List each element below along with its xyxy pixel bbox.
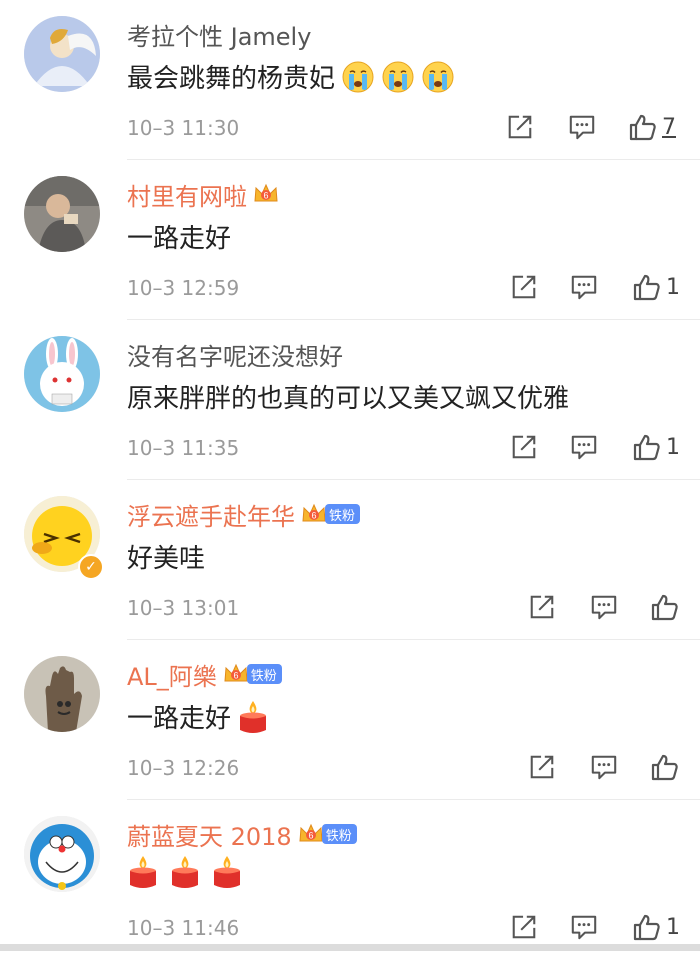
comment-text-content: 好美哇 [127, 544, 206, 574]
username[interactable]: 没有名字呢还没想好 [127, 337, 343, 372]
like-button[interactable]: 7 [628, 110, 676, 144]
username[interactable]: 村里有网啦 [127, 177, 247, 212]
username[interactable]: AL_阿樂 [127, 657, 217, 692]
repost-button[interactable] [510, 910, 538, 944]
repost-icon [528, 753, 556, 781]
comment-icon [570, 433, 598, 461]
timestamp: 10–3 11:35 [127, 436, 240, 460]
crown-icon [253, 181, 279, 207]
fan-badge: 铁粉 [321, 824, 357, 844]
reply-button[interactable] [570, 910, 598, 944]
comment-icon [590, 593, 618, 621]
crying-emoji-icon [341, 60, 375, 94]
repost-button[interactable] [506, 110, 534, 144]
like-button[interactable] [650, 750, 684, 784]
comment-text-content: 一路走好 [127, 224, 232, 254]
comment-icon [590, 753, 618, 781]
avatar[interactable] [24, 816, 100, 892]
repost-button[interactable] [528, 750, 556, 784]
crying-emoji-icon [381, 60, 415, 94]
reply-button[interactable] [570, 430, 598, 464]
comment-text: 一路走好 [127, 698, 279, 735]
avatar[interactable] [24, 16, 100, 92]
reply-button[interactable] [568, 110, 596, 144]
comment-icon [570, 273, 598, 301]
comment-item: ✓ 浮云遮手赴年华 铁粉 好美哇 10–3 13:01 [0, 480, 700, 640]
candle-emoji-icon [127, 854, 159, 890]
repost-icon [528, 593, 556, 621]
like-icon [628, 112, 658, 142]
timestamp: 10–3 12:59 [127, 276, 240, 300]
like-icon [632, 432, 662, 462]
avatar[interactable] [24, 656, 100, 732]
candle-emoji-icon [211, 854, 243, 890]
comment-icon [568, 113, 596, 141]
candle-emoji-icon [237, 699, 269, 735]
crying-emoji-icon [421, 60, 455, 94]
like-icon [650, 592, 680, 622]
comment-text-content: 一路走好 [127, 704, 232, 734]
comment-text [127, 854, 253, 890]
avatar[interactable] [24, 336, 100, 412]
like-count: 1 [666, 274, 680, 300]
like-icon [650, 752, 680, 782]
username[interactable]: 蔚蓝夏天 2018 [127, 817, 292, 852]
like-count: 1 [666, 914, 680, 940]
like-button[interactable] [650, 590, 684, 624]
comment-item: AL_阿樂 铁粉 一路走好 10–3 12:26 [0, 640, 700, 800]
bottom-edge-bar [0, 944, 700, 951]
comment-item: 没有名字呢还没想好 原来胖胖的也真的可以又美又飒又优雅 10–3 11:35 1 [0, 320, 700, 480]
reply-button[interactable] [570, 270, 598, 304]
like-icon [632, 912, 662, 942]
comment-item: 村里有网啦 一路走好 10–3 12:59 1 [0, 160, 700, 320]
verified-icon: ✓ [78, 554, 104, 580]
like-count: 1 [666, 434, 680, 460]
reply-button[interactable] [590, 590, 618, 624]
comment-text: 最会跳舞的杨贵妃 [127, 58, 455, 95]
timestamp: 10–3 12:26 [127, 756, 240, 780]
candle-emoji-icon [169, 854, 201, 890]
avatar[interactable] [24, 176, 100, 252]
fan-badge: 铁粉 [246, 664, 282, 684]
timestamp: 10–3 11:46 [127, 916, 240, 940]
like-button[interactable]: 1 [632, 910, 680, 944]
repost-icon [510, 273, 538, 301]
repost-button[interactable] [510, 430, 538, 464]
repost-button[interactable] [510, 270, 538, 304]
crown-icon [223, 661, 249, 687]
comment-text: 好美哇 [127, 538, 205, 575]
like-button[interactable]: 1 [632, 270, 680, 304]
repost-icon [510, 433, 538, 461]
timestamp: 10–3 13:01 [127, 596, 240, 620]
crown-icon [301, 501, 327, 527]
like-button[interactable]: 1 [632, 430, 680, 464]
comment-text-content: 最会跳舞的杨贵妃 [127, 64, 336, 94]
comment-item: 考拉个性 Jamely 最会跳舞的杨贵妃 10–3 11:30 7 [0, 0, 700, 160]
like-icon [632, 272, 662, 302]
repost-icon [506, 113, 534, 141]
username[interactable]: 考拉个性 Jamely [127, 17, 311, 52]
like-count: 7 [662, 114, 676, 140]
comment-icon [570, 913, 598, 941]
comment-text: 一路走好 [127, 218, 231, 255]
username[interactable]: 浮云遮手赴年华 [127, 497, 295, 532]
comment-item: 蔚蓝夏天 2018 铁粉 10–3 11:46 1 [0, 800, 700, 960]
comment-text-content: 原来胖胖的也真的可以又美又飒又优雅 [127, 384, 570, 414]
crown-icon [298, 821, 324, 847]
timestamp: 10–3 11:30 [127, 116, 240, 140]
fan-badge: 铁粉 [325, 504, 361, 524]
repost-button[interactable] [528, 590, 556, 624]
reply-button[interactable] [590, 750, 618, 784]
comment-text: 原来胖胖的也真的可以又美又飒又优雅 [127, 378, 569, 415]
repost-icon [510, 913, 538, 941]
